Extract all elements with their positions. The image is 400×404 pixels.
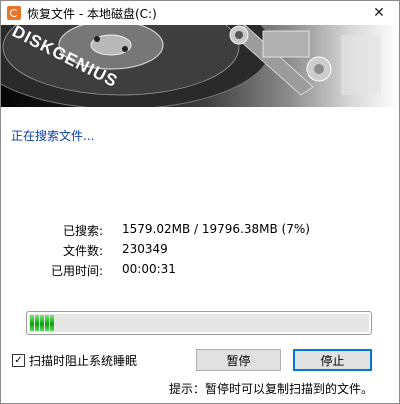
- file-count-label: 文件数:: [62, 244, 103, 258]
- search-status-heading: 正在搜索文件...: [11, 129, 95, 143]
- pause-button[interactable]: 暂停: [196, 349, 281, 371]
- progress-segment: [50, 315, 54, 331]
- prevent-sleep-label[interactable]: 扫描时阻止系统睡眠: [29, 352, 137, 369]
- hint-text: 提示：暂停时可以复制扫描到的文件。: [169, 382, 374, 396]
- recover-files-dialog: 恢复文件 - 本地磁盘(C:) ✕ DISKGENIUS 正在搜索文件... 已…: [0, 0, 400, 404]
- elapsed-time-label: 已用时间:: [50, 264, 103, 278]
- progress-fill: [30, 315, 54, 331]
- elapsed-time-value: 00:00:31: [122, 262, 176, 276]
- close-icon: ✕: [373, 5, 385, 21]
- progress-segment: [30, 315, 34, 331]
- file-count-value: 230349: [122, 242, 168, 256]
- stop-button[interactable]: 停止: [293, 349, 372, 371]
- prevent-sleep-checkbox[interactable]: ✓: [12, 354, 25, 367]
- checkmark-icon: ✓: [14, 355, 23, 366]
- progress-segment: [45, 315, 49, 331]
- hard-disk-banner-image: DISKGENIUS: [1, 25, 381, 107]
- close-button[interactable]: ✕: [359, 1, 399, 25]
- title-bar: 恢复文件 - 本地磁盘(C:) ✕: [1, 1, 399, 25]
- diskgenius-app-icon: [7, 6, 21, 20]
- diskgenius-banner: DISKGENIUS: [1, 25, 399, 107]
- dialog-body: 正在搜索文件... 已搜索: 1579.02MB / 19796.38MB (7…: [1, 107, 399, 403]
- search-progress-bar: [26, 311, 372, 335]
- searched-label: 已搜索:: [62, 224, 103, 238]
- progress-segment: [35, 315, 39, 331]
- window-title: 恢复文件 - 本地磁盘(C:): [27, 7, 157, 21]
- progress-segment: [40, 315, 44, 331]
- searched-value: 1579.02MB / 19796.38MB (7%): [122, 222, 310, 236]
